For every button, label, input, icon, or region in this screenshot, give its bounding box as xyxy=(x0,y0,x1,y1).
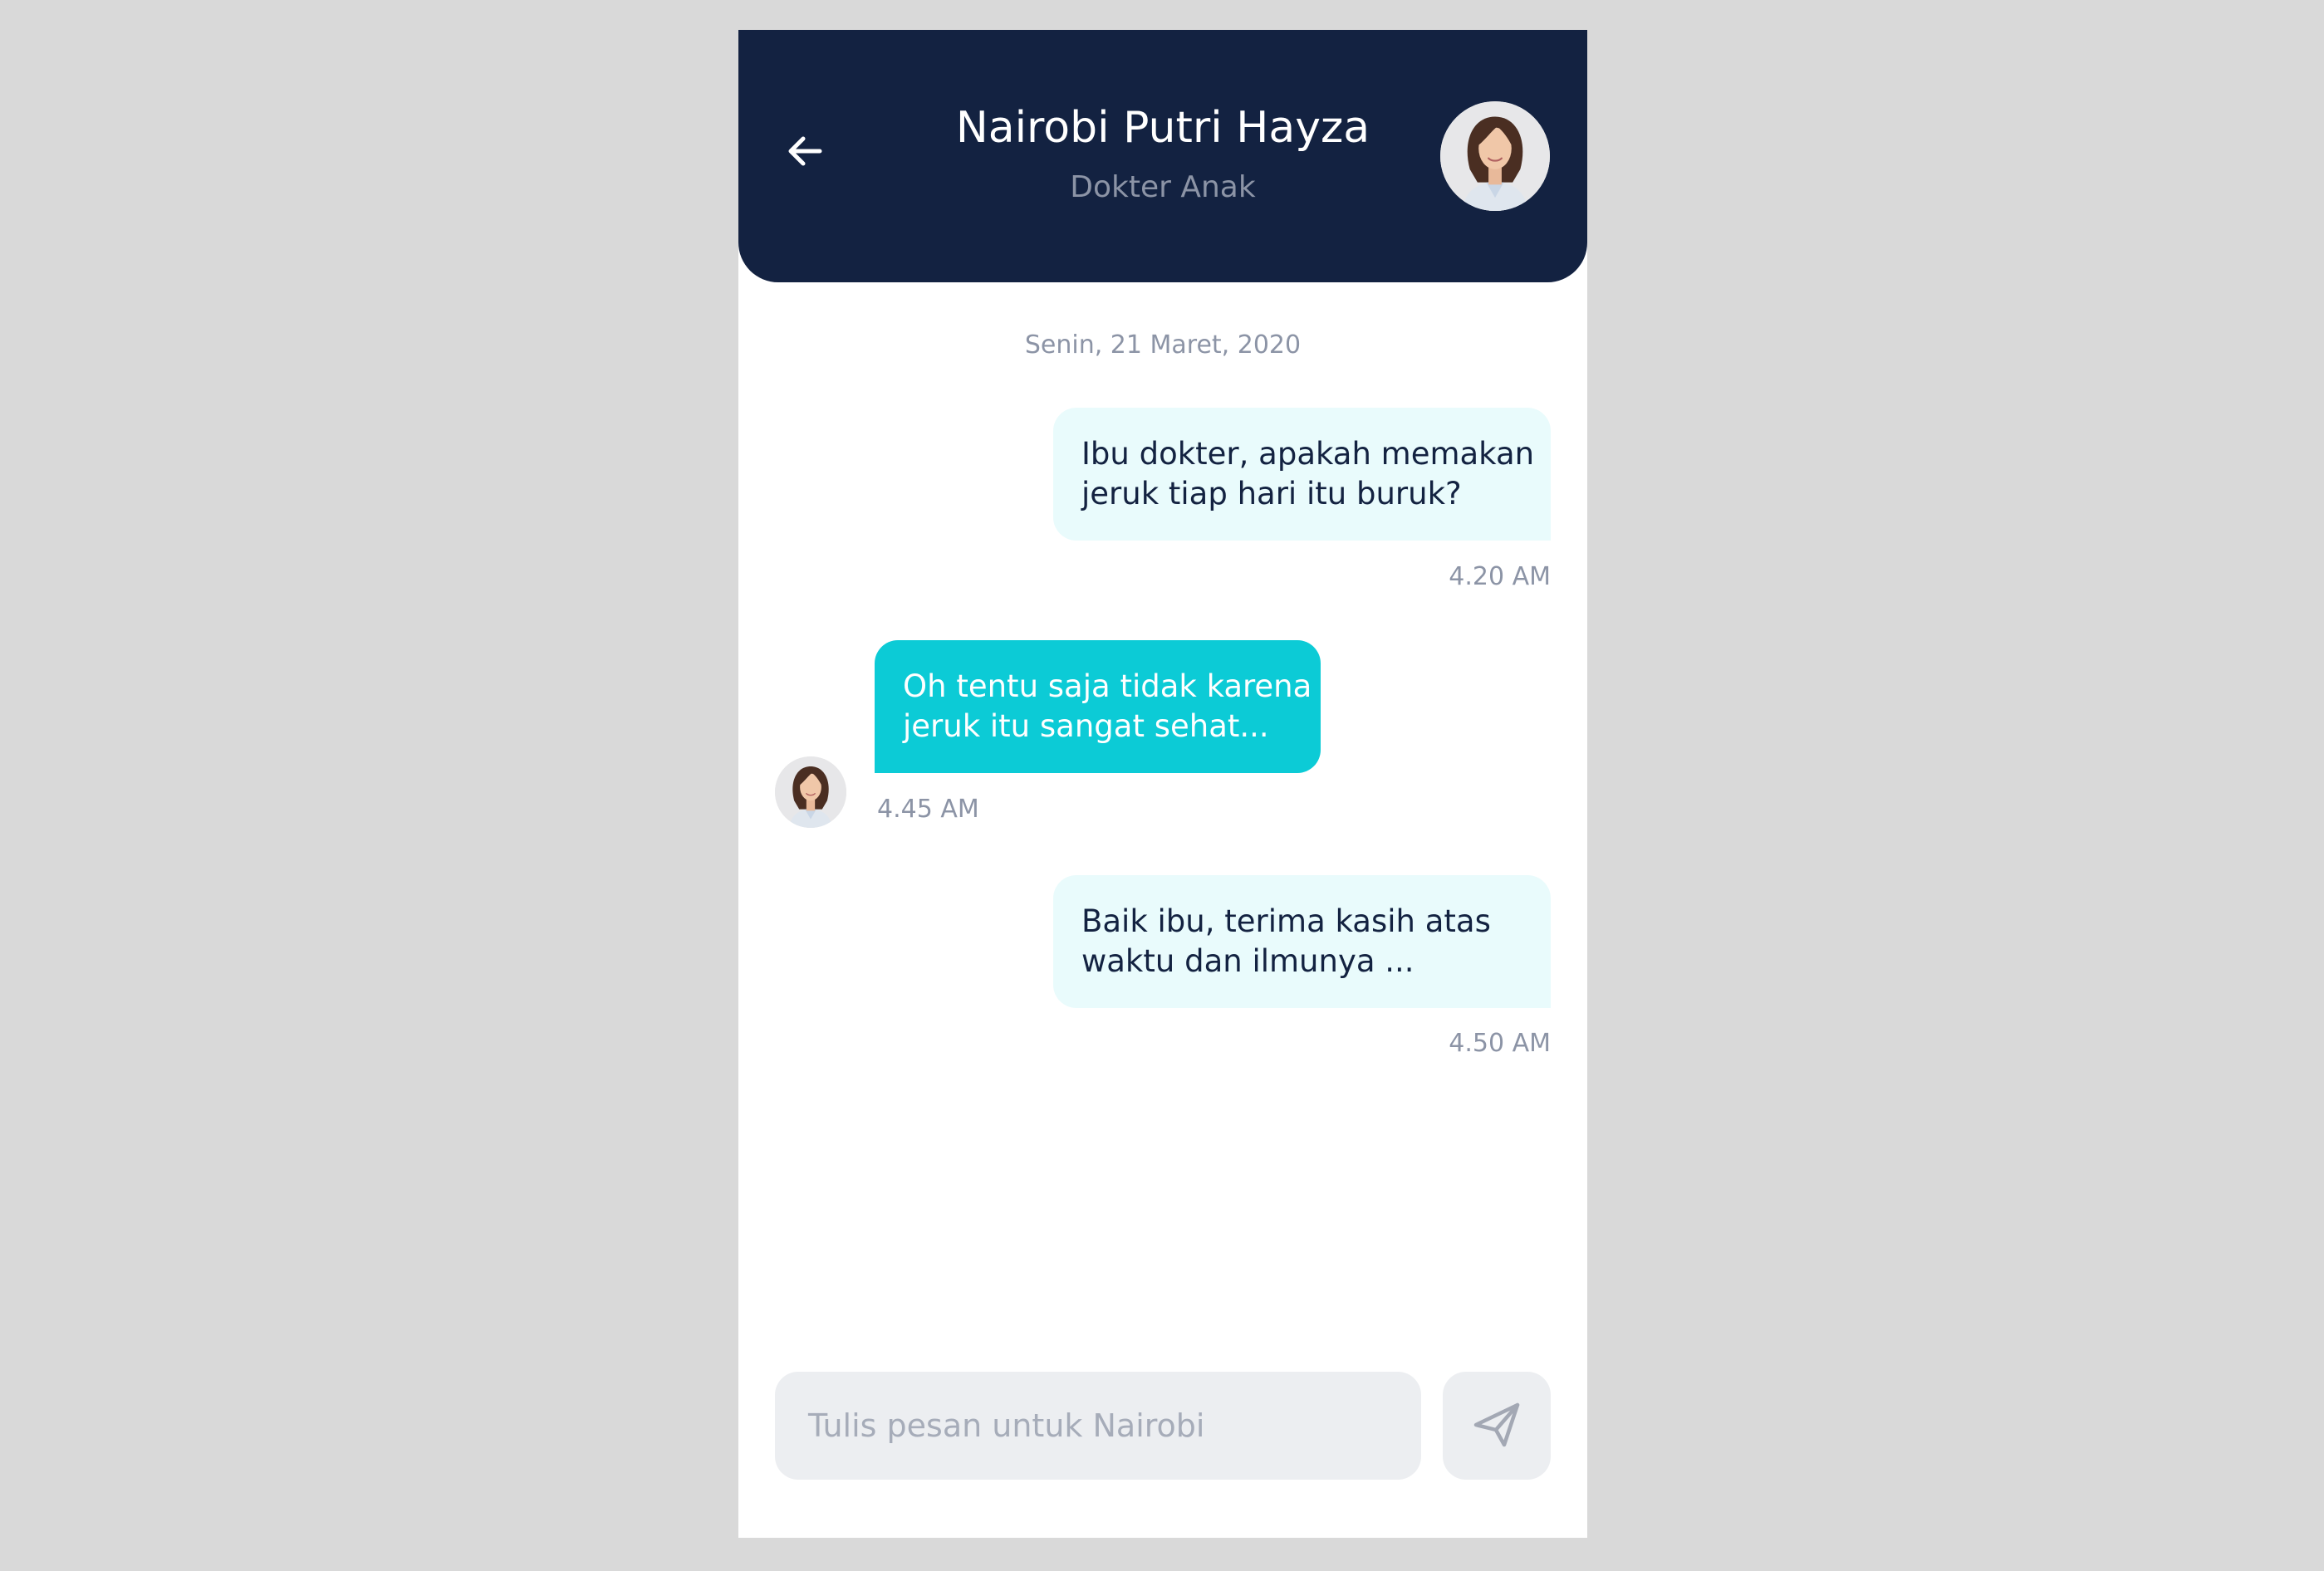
avatar[interactable] xyxy=(1440,101,1550,211)
message-line: Oh tentu saja tidak karena xyxy=(903,668,1312,704)
paper-plane-icon xyxy=(1469,1397,1524,1455)
arrow-left-icon xyxy=(783,130,826,176)
message-line: waktu dan ilmunya ... xyxy=(1081,943,1415,979)
message-input[interactable]: Tulis pesan untuk Nairobi xyxy=(775,1372,1421,1480)
back-button[interactable] xyxy=(778,126,831,179)
message-time: 4.45 AM xyxy=(877,795,979,824)
send-button[interactable] xyxy=(1443,1372,1551,1480)
chat-screen: Nairobi Putri Hayza Dokter Anak Senin, 2… xyxy=(738,30,1587,1538)
message-line: Ibu dokter, apakah memakan xyxy=(1081,436,1535,472)
chat-header: Nairobi Putri Hayza Dokter Anak xyxy=(738,30,1587,282)
message-bubble-sent[interactable]: Ibu dokter, apakah memakan jeruk tiap ha… xyxy=(1053,408,1551,541)
message-time: 4.50 AM xyxy=(1449,1029,1551,1058)
sender-avatar xyxy=(775,756,846,828)
contact-name: Nairobi Putri Hayza xyxy=(955,103,1370,153)
message-line: jeruk itu sangat sehat... xyxy=(903,708,1269,744)
message-bubble-received[interactable]: Oh tentu saja tidak karena jeruk itu san… xyxy=(875,640,1321,773)
message-line: Baik ibu, terima kasih atas xyxy=(1081,903,1491,939)
contact-role: Dokter Anak xyxy=(1070,170,1256,204)
chat-date: Senin, 21 Maret, 2020 xyxy=(1024,330,1302,360)
message-line: jeruk tiap hari itu buruk? xyxy=(1081,476,1462,511)
message-bubble-sent[interactable]: Baik ibu, terima kasih atas waktu dan il… xyxy=(1053,875,1551,1008)
message-time: 4.20 AM xyxy=(1449,562,1551,591)
message-input-placeholder: Tulis pesan untuk Nairobi xyxy=(808,1407,1205,1444)
